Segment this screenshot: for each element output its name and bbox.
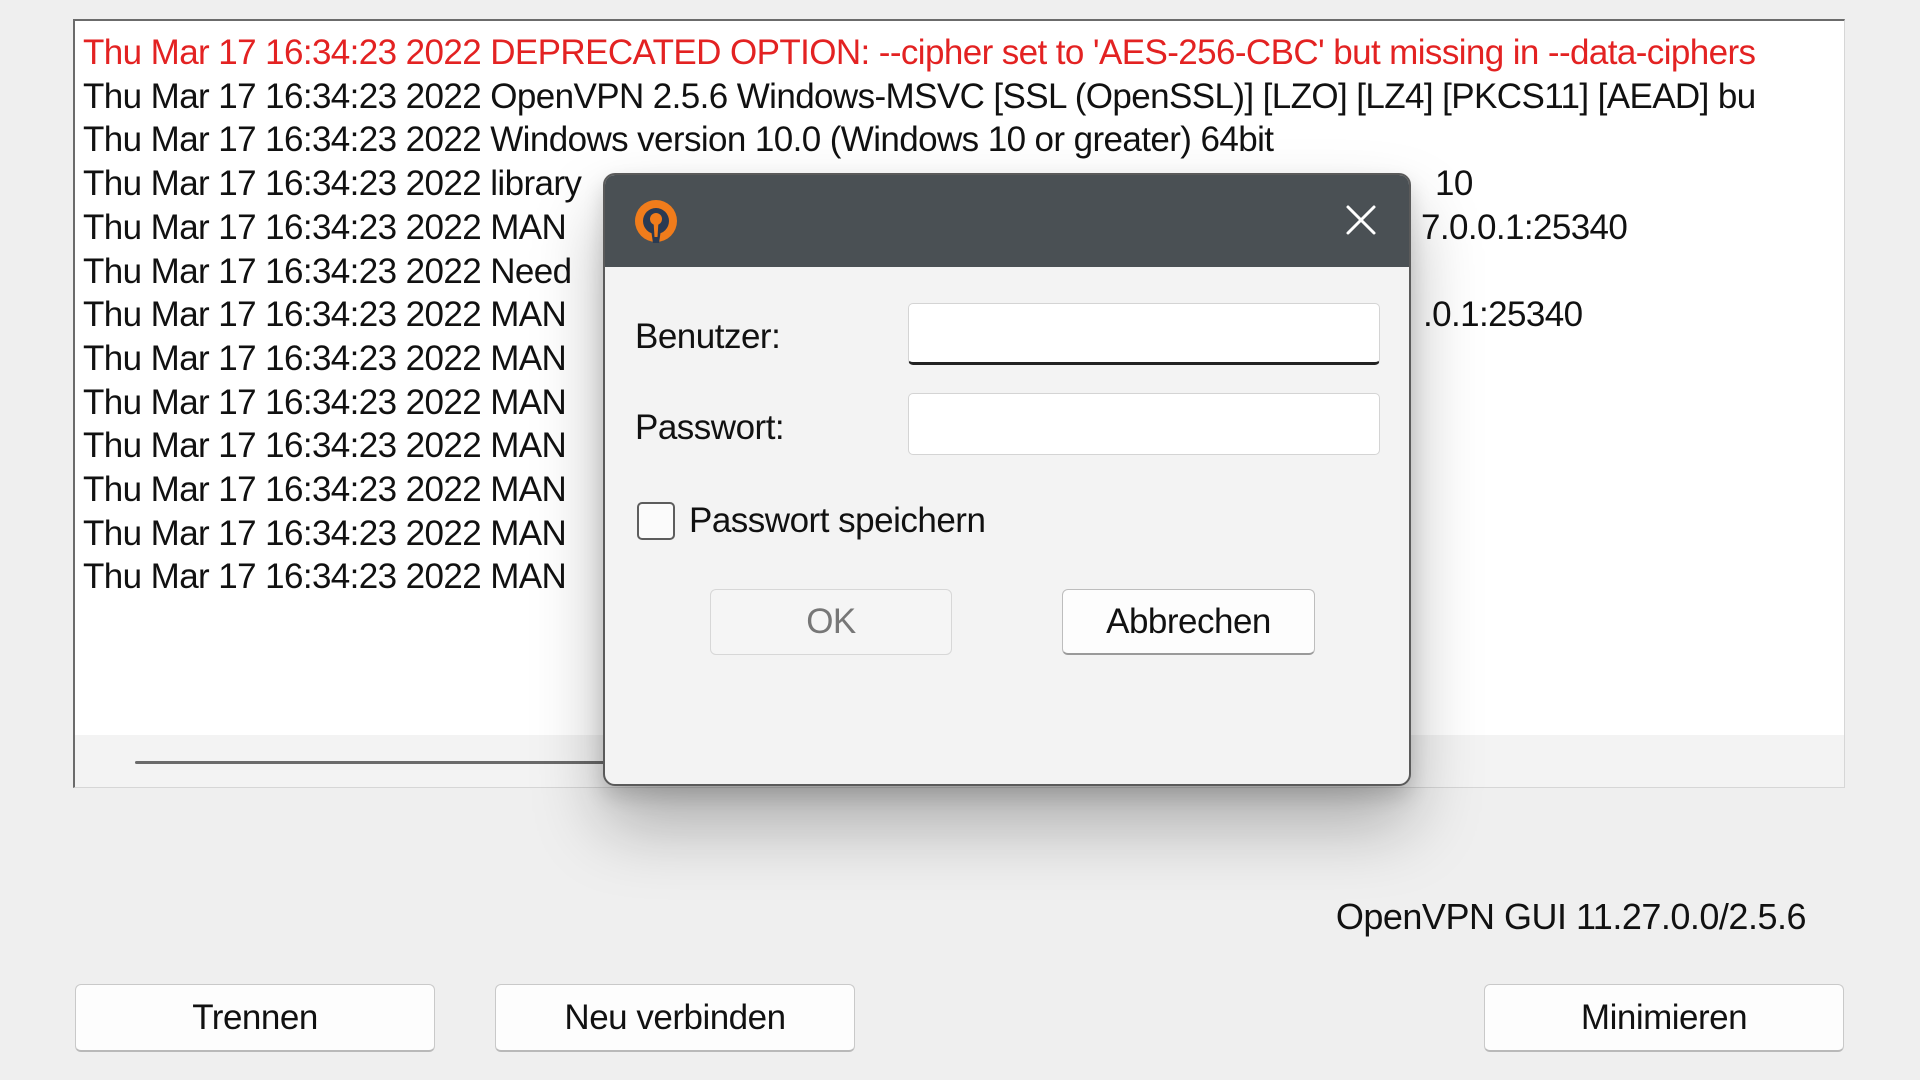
log-line-text: Thu Mar 17 16:34:23 2022 MAN bbox=[83, 426, 567, 466]
log-line-text: Thu Mar 17 16:34:23 2022 MAN bbox=[83, 382, 567, 422]
openvpn-logo-icon bbox=[635, 200, 677, 243]
username-label: Benutzer: bbox=[635, 317, 781, 356]
log-line-text: Thu Mar 17 16:34:23 2022 DEPRECATED OPTI… bbox=[83, 33, 1756, 72]
version-label: OpenVPN GUI 11.27.0.0/2.5.6 bbox=[1335, 896, 1807, 937]
username-input[interactable] bbox=[908, 303, 1380, 365]
cancel-button[interactable]: Abbrechen bbox=[1062, 589, 1315, 655]
log-line-tail: 7.0.0.1:25340 bbox=[1421, 207, 1628, 247]
save-password-label[interactable]: Passwort speichern bbox=[689, 501, 986, 541]
log-line-tail: .0.1:25340 bbox=[1423, 295, 1583, 335]
log-line: Thu Mar 17 16:34:23 2022 Windows version… bbox=[83, 118, 1844, 162]
log-line-text: Thu Mar 17 16:34:23 2022 OpenVPN 2.5.6 W… bbox=[83, 76, 1756, 116]
openvpn-status-window: Thu Mar 17 16:34:23 2022 DEPRECATED OPTI… bbox=[0, 0, 1920, 1080]
log-line-text: Thu Mar 17 16:34:23 2022 MAN bbox=[83, 207, 567, 247]
log-line: Thu Mar 17 16:34:23 2022 DEPRECATED OPTI… bbox=[83, 31, 1844, 75]
log-line-text: Thu Mar 17 16:34:23 2022 Need bbox=[83, 251, 572, 291]
log-line-text: Thu Mar 17 16:34:23 2022 MAN bbox=[83, 470, 567, 510]
dialog-titlebar[interactable] bbox=[605, 175, 1409, 267]
disconnect-button[interactable]: Trennen bbox=[75, 984, 435, 1052]
log-line: Thu Mar 17 16:34:23 2022 OpenVPN 2.5.6 W… bbox=[83, 75, 1844, 119]
ok-button[interactable]: OK bbox=[710, 589, 952, 655]
log-line-text: Thu Mar 17 16:34:23 2022 Windows version… bbox=[83, 120, 1274, 160]
login-dialog: Benutzer: Passwort: Passwort speichern O… bbox=[603, 173, 1411, 786]
checkbox-box[interactable] bbox=[637, 502, 675, 540]
minimize-button[interactable]: Minimieren bbox=[1484, 984, 1844, 1052]
log-line-text: Thu Mar 17 16:34:23 2022 MAN bbox=[83, 513, 567, 553]
log-line-text: Thu Mar 17 16:34:23 2022 MAN bbox=[83, 557, 567, 597]
log-line-text: Thu Mar 17 16:34:23 2022 library bbox=[83, 164, 582, 204]
close-icon[interactable] bbox=[1331, 191, 1391, 249]
log-line-text: Thu Mar 17 16:34:23 2022 MAN bbox=[83, 338, 567, 378]
reconnect-button[interactable]: Neu verbinden bbox=[495, 984, 855, 1052]
log-line-tail: 10 bbox=[1435, 164, 1473, 204]
password-label: Passwort: bbox=[635, 408, 785, 447]
log-line-text: Thu Mar 17 16:34:23 2022 MAN bbox=[83, 295, 567, 335]
save-password-checkbox[interactable]: Passwort speichern bbox=[637, 501, 986, 541]
password-input[interactable] bbox=[908, 393, 1380, 455]
